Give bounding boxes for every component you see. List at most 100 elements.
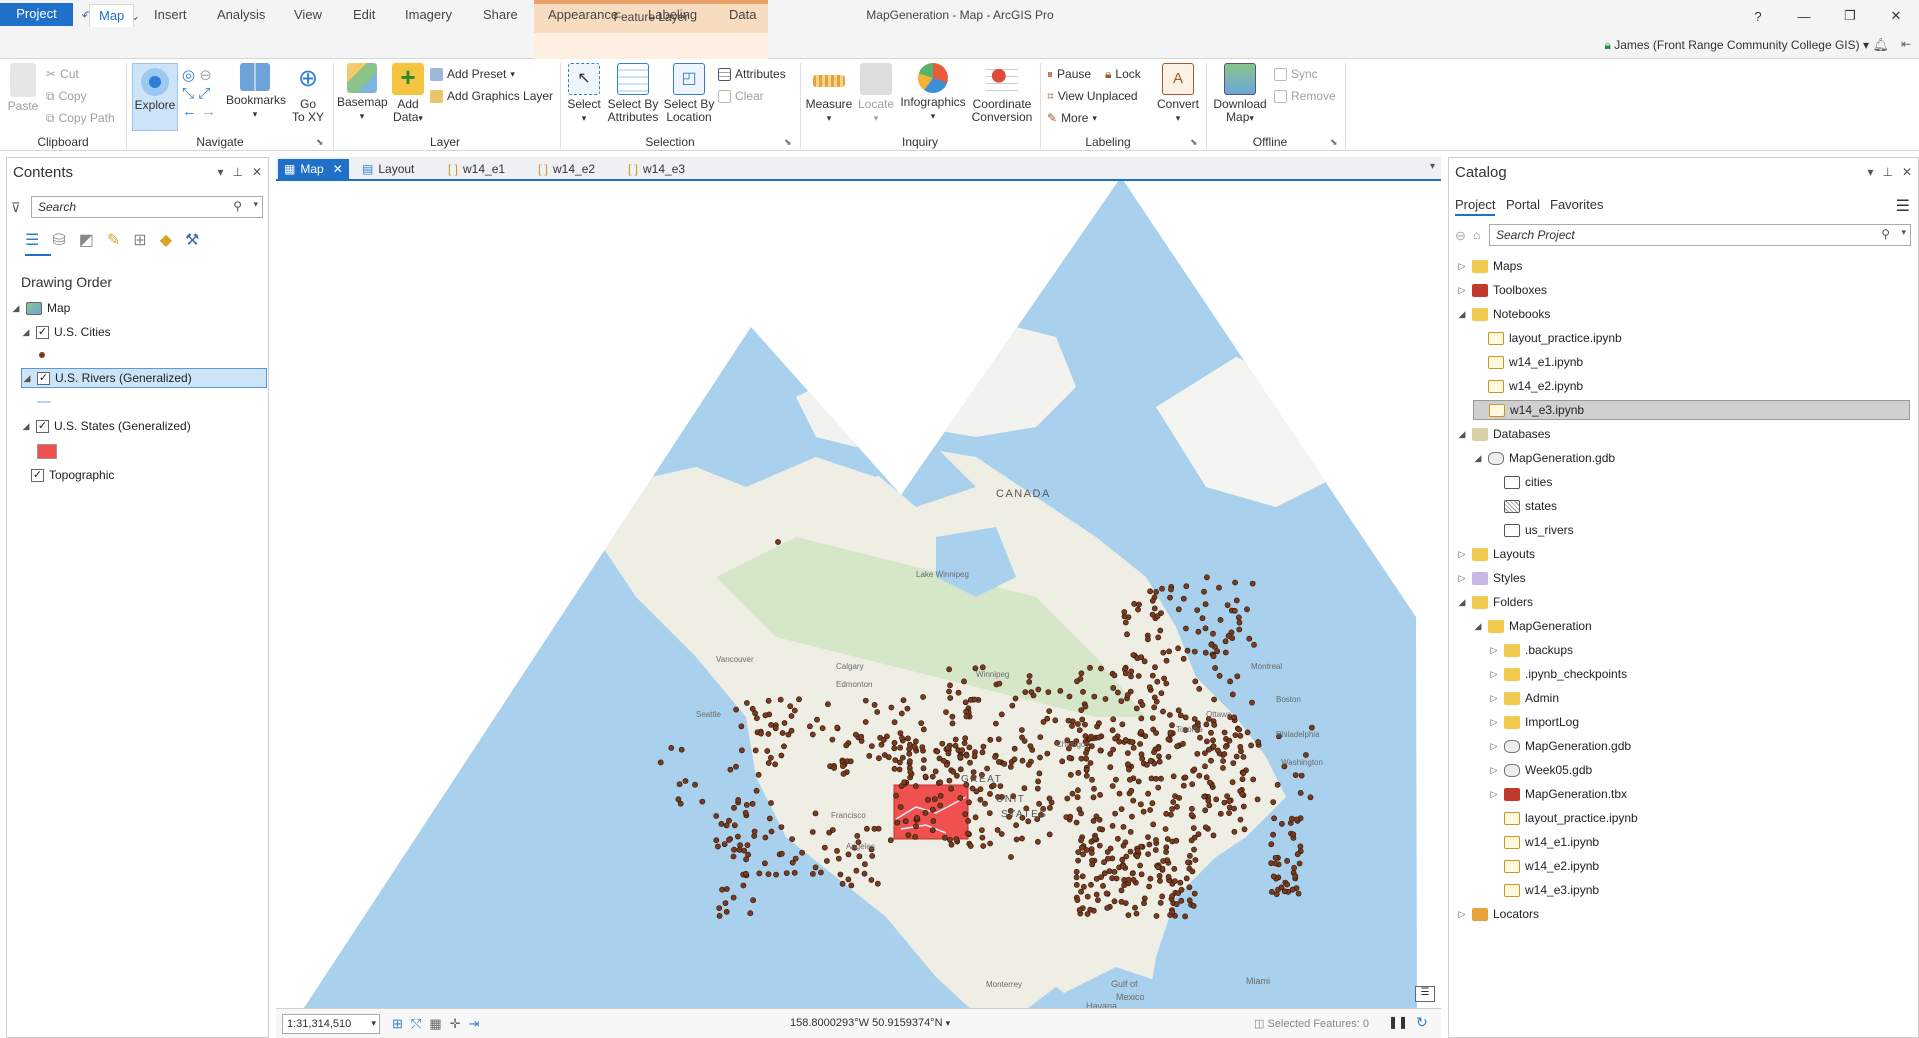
city-point[interactable]	[785, 731, 792, 738]
explore-button[interactable]: Explore	[132, 63, 178, 131]
city-point[interactable]	[676, 781, 683, 788]
city-point[interactable]	[1206, 802, 1213, 809]
city-point[interactable]	[992, 754, 998, 760]
city-point[interactable]	[1113, 776, 1119, 783]
city-point[interactable]	[913, 738, 919, 745]
copy-path-button[interactable]: ⧉ Copy Path	[46, 109, 115, 127]
city-point[interactable]	[764, 748, 771, 754]
zoom-out-icon[interactable]: ⤢	[198, 85, 210, 102]
city-point[interactable]	[853, 867, 860, 874]
catalog-tree-item[interactable]: states	[1489, 496, 1910, 516]
city-point[interactable]	[1008, 854, 1014, 860]
city-point[interactable]	[945, 745, 951, 751]
expand-triangle-icon[interactable]: ▷	[1489, 645, 1499, 656]
city-point[interactable]	[1188, 837, 1195, 844]
city-point[interactable]	[1103, 890, 1110, 897]
city-point[interactable]	[1155, 634, 1162, 641]
city-point[interactable]	[1272, 854, 1279, 861]
city-point[interactable]	[998, 711, 1005, 718]
basemap-button[interactable]: Basemap ▾	[337, 63, 388, 123]
city-point[interactable]	[1236, 619, 1243, 626]
city-point[interactable]	[1146, 684, 1153, 691]
city-point[interactable]	[1111, 672, 1118, 679]
city-point[interactable]	[750, 897, 756, 904]
city-point[interactable]	[1109, 783, 1116, 789]
catalog-tree-item[interactable]: ▷ Styles	[1457, 568, 1910, 588]
city-point[interactable]	[753, 787, 760, 794]
city-point[interactable]	[1208, 757, 1214, 764]
select-by-attributes-button[interactable]: Select By Attributes	[605, 63, 661, 124]
map-view[interactable]: CANADA GREAT UNIT STATES Gulf of Mexico Havana…	[276, 157, 1441, 1038]
tab-data[interactable]: Data	[720, 4, 765, 26]
city-point[interactable]	[1128, 673, 1134, 680]
cut-button[interactable]: ✂ Cut	[46, 65, 79, 83]
catalog-tree-item[interactable]: ◢ Databases	[1457, 424, 1910, 444]
tab-insert[interactable]: Insert	[145, 4, 196, 26]
city-point[interactable]	[1102, 696, 1109, 702]
correction-icon[interactable]: ⤲	[411, 1016, 421, 1032]
city-point[interactable]	[723, 886, 730, 892]
city-point[interactable]	[1216, 672, 1223, 679]
city-point[interactable]	[1190, 903, 1197, 909]
city-point[interactable]	[783, 870, 790, 876]
city-point[interactable]	[1084, 893, 1091, 900]
city-point[interactable]	[998, 831, 1005, 837]
city-point[interactable]	[1222, 638, 1229, 645]
city-point[interactable]	[1141, 658, 1148, 665]
city-point[interactable]	[1118, 806, 1125, 812]
city-point[interactable]	[1295, 890, 1302, 897]
selected-features-indicator[interactable]: ◫ Selected Features: 0	[1254, 1017, 1369, 1030]
refresh-icon[interactable]: ↻	[1416, 1014, 1428, 1031]
city-point[interactable]	[1134, 853, 1141, 860]
city-point[interactable]	[752, 747, 759, 754]
city-point[interactable]	[799, 849, 805, 856]
expand-triangle-icon[interactable]: ▷	[1457, 549, 1467, 560]
city-point[interactable]	[1249, 699, 1255, 706]
city-point[interactable]	[1291, 864, 1297, 871]
city-point[interactable]	[963, 752, 970, 759]
city-point[interactable]	[1232, 732, 1239, 738]
city-point[interactable]	[996, 759, 1002, 765]
city-point[interactable]	[737, 842, 743, 849]
city-point[interactable]	[1216, 584, 1222, 591]
city-point[interactable]	[1204, 738, 1210, 745]
city-point[interactable]	[1176, 795, 1182, 801]
city-point[interactable]	[789, 836, 795, 842]
city-point[interactable]	[778, 850, 785, 857]
city-point[interactable]	[1104, 849, 1111, 855]
city-point[interactable]	[936, 755, 943, 762]
convert-labels-button[interactable]: A Convert ▾	[1156, 63, 1200, 125]
city-point[interactable]	[1088, 850, 1095, 856]
city-point[interactable]	[765, 731, 772, 737]
collapse-triangle-icon[interactable]: ◢	[1473, 453, 1483, 464]
city-point[interactable]	[819, 725, 826, 732]
city-point[interactable]	[1135, 778, 1142, 785]
city-point[interactable]	[1083, 755, 1090, 762]
layer-visibility-checkbox[interactable]: ✓	[36, 419, 49, 433]
city-point[interactable]	[682, 778, 689, 784]
city-point[interactable]	[965, 830, 971, 837]
city-point[interactable]	[756, 870, 763, 877]
city-point[interactable]	[1294, 851, 1301, 858]
city-point[interactable]	[918, 720, 925, 726]
city-point[interactable]	[950, 768, 957, 775]
city-point[interactable]	[891, 765, 898, 772]
expand-triangle-icon[interactable]: ▷	[1489, 693, 1499, 704]
city-point[interactable]	[891, 739, 898, 746]
city-point[interactable]	[1074, 794, 1081, 801]
city-point[interactable]	[1250, 776, 1257, 783]
city-point[interactable]	[1197, 734, 1203, 741]
go-to-xy-button[interactable]: ⊕ Go To XY	[288, 63, 328, 124]
city-point[interactable]	[1166, 648, 1172, 655]
city-point[interactable]	[1248, 742, 1254, 749]
city-point[interactable]	[1160, 708, 1166, 715]
catalog-tree-item[interactable]: ▷ Week05.gdb	[1489, 760, 1910, 780]
city-point[interactable]	[1226, 737, 1233, 744]
city-point[interactable]	[1239, 776, 1246, 783]
city-point[interactable]	[853, 731, 859, 738]
city-point[interactable]	[1170, 773, 1177, 780]
city-point[interactable]	[1145, 851, 1151, 857]
city-point[interactable]	[1251, 641, 1257, 648]
catalog-tree-item[interactable]: ◢ MapGeneration.gdb	[1473, 448, 1910, 468]
city-point[interactable]	[845, 851, 852, 858]
